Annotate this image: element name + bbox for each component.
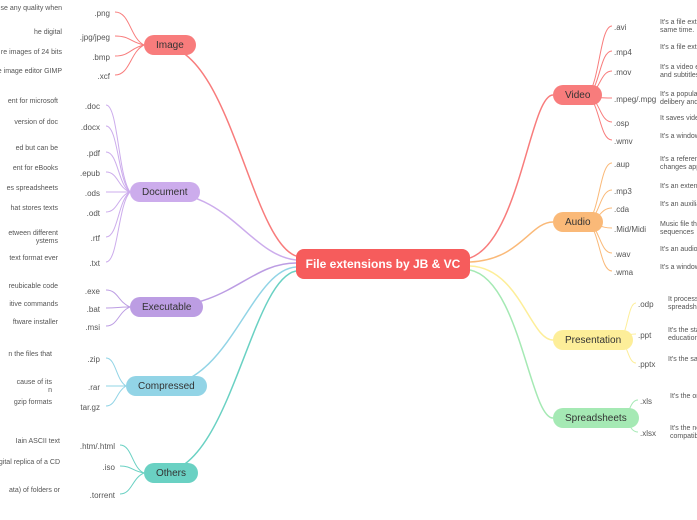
leaf-desc-image: re images of 24 bits bbox=[0, 49, 62, 57]
leaf-desc-others: Iain ASCII text bbox=[0, 438, 60, 446]
leaf-desc-video: It saves video editing bbox=[660, 115, 697, 123]
cat-spreadsheets[interactable]: Spreadsheets bbox=[553, 408, 639, 428]
leaf-desc-video: It's a video extension and subtitles bbox=[660, 64, 697, 80]
leaf-desc-image: se any quality when bbox=[0, 5, 62, 13]
cat-image[interactable]: Image bbox=[144, 35, 196, 55]
leaf-desc-spreadsheets: It's the new compatible bbox=[670, 425, 697, 441]
cat-executable[interactable]: Executable bbox=[130, 297, 203, 317]
leaf-desc-presentation: It processes spreadsheets bbox=[668, 296, 697, 312]
leaf-ext-video: .osp bbox=[614, 116, 629, 130]
leaf-desc-executable: itive commands bbox=[0, 301, 58, 309]
cat-video[interactable]: Video bbox=[553, 85, 602, 105]
leaf-desc-compressed: n the files that bbox=[0, 351, 52, 359]
leaf-desc-executable: ftware installer bbox=[0, 319, 58, 327]
leaf-desc-video: It's a windows compr bbox=[660, 133, 697, 141]
leaf-desc-presentation: It's the stand education bbox=[668, 327, 697, 343]
leaf-desc-document: es spreadsheets bbox=[0, 185, 58, 193]
leaf-ext-presentation: .odp bbox=[638, 297, 654, 311]
leaf-ext-presentation: .ppt bbox=[638, 328, 651, 342]
leaf-desc-document: hat stores texts bbox=[0, 205, 58, 213]
cat-audio[interactable]: Audio bbox=[553, 212, 603, 232]
leaf-ext-video: .wmv bbox=[614, 134, 633, 148]
leaf-desc-audio: It's a windows compr bbox=[660, 264, 697, 272]
leaf-ext-audio: .mp3 bbox=[614, 184, 632, 198]
leaf-desc-compressed: gzip formats bbox=[0, 399, 52, 407]
leaf-desc-audio: Music file that tr sequences bbox=[660, 221, 697, 237]
leaf-ext-audio: .cda bbox=[614, 202, 629, 216]
leaf-desc-video: It's a file extension th bbox=[660, 44, 697, 52]
leaf-desc-document: version of doc bbox=[0, 119, 58, 127]
cat-document[interactable]: Document bbox=[130, 182, 200, 202]
leaf-desc-audio: It's an auxiliary file to bbox=[660, 201, 697, 209]
leaf-ext-presentation: .pptx bbox=[638, 357, 655, 371]
leaf-desc-image: he digital bbox=[0, 29, 62, 37]
leaf-desc-image: e image editor GIMP bbox=[0, 68, 62, 76]
cat-presentation[interactable]: Presentation bbox=[553, 330, 633, 350]
cat-others[interactable]: Others bbox=[144, 463, 198, 483]
leaf-ext-audio: .wav bbox=[614, 247, 630, 261]
leaf-desc-audio: It's an audio file that bbox=[660, 246, 697, 254]
leaf-ext-video: .mp4 bbox=[614, 45, 632, 59]
leaf-ext-audio: .Mid/Midi bbox=[614, 222, 646, 236]
leaf-ext-audio: .aup bbox=[614, 157, 630, 171]
leaf-ext-video: .avi bbox=[614, 20, 626, 34]
leaf-desc-audio: It's a reference to var changes applied bbox=[660, 156, 697, 172]
leaf-desc-executable: reubicable code bbox=[0, 283, 58, 291]
leaf-desc-document: text format ever bbox=[0, 255, 58, 263]
leaf-desc-compressed: cause of its n bbox=[0, 379, 52, 395]
leaf-desc-others: ata) of folders or bbox=[0, 487, 60, 495]
cat-compressed[interactable]: Compressed bbox=[126, 376, 207, 396]
center-node[interactable]: File extensions by JB & VC bbox=[296, 249, 470, 279]
leaf-ext-video: .mov bbox=[614, 65, 631, 79]
leaf-desc-spreadsheets: It's the origi bbox=[670, 393, 697, 401]
leaf-desc-audio: It's an extension for a bbox=[660, 183, 697, 191]
leaf-desc-document: etween different ystems bbox=[0, 230, 58, 246]
leaf-ext-spreadsheets: .xls bbox=[640, 394, 652, 408]
leaf-desc-presentation: It's the same bbox=[668, 356, 697, 364]
leaf-desc-video: It's a popular delibery and p bbox=[660, 91, 697, 107]
leaf-ext-video: .mpeg/.mpg bbox=[614, 92, 656, 106]
leaf-desc-document: ent for eBooks bbox=[0, 165, 58, 173]
leaf-desc-video: It's a file extension to s same time. bbox=[660, 19, 697, 35]
leaf-desc-document: ent for microsoft bbox=[0, 98, 58, 106]
leaf-desc-document: ed but can be bbox=[0, 145, 58, 153]
leaf-ext-audio: .wma bbox=[614, 265, 633, 279]
leaf-desc-others: digital replica of a CD bbox=[0, 459, 60, 467]
leaf-ext-spreadsheets: .xlsx bbox=[640, 426, 656, 440]
